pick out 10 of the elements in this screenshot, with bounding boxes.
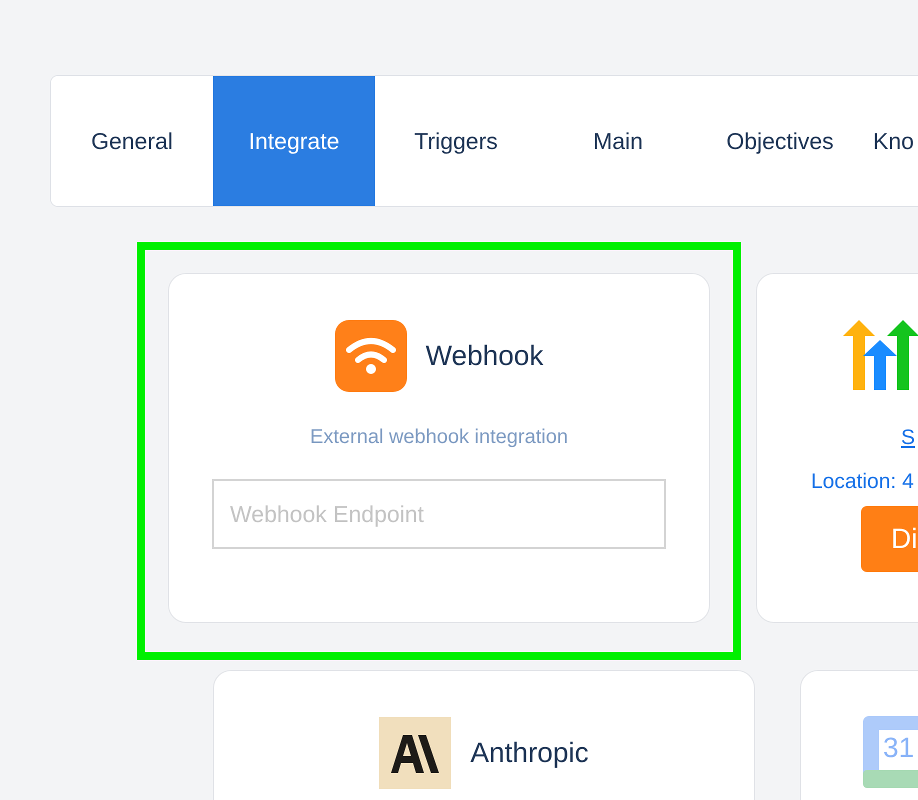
- tab[interactable]: Integrate: [213, 76, 375, 206]
- logo-icon: [379, 717, 452, 789]
- card-title: Webhook: [426, 340, 544, 372]
- card-description: External webhook integration: [310, 426, 568, 449]
- endpoint-input-field[interactable]: Webhook Endpoint: [212, 479, 666, 549]
- wifi-icon: [334, 320, 407, 392]
- card-link[interactable]: S: [901, 426, 916, 450]
- card-title: Anthropic: [470, 737, 589, 769]
- location-text: Location: 4: [811, 470, 914, 494]
- arrows-icon: [843, 320, 918, 390]
